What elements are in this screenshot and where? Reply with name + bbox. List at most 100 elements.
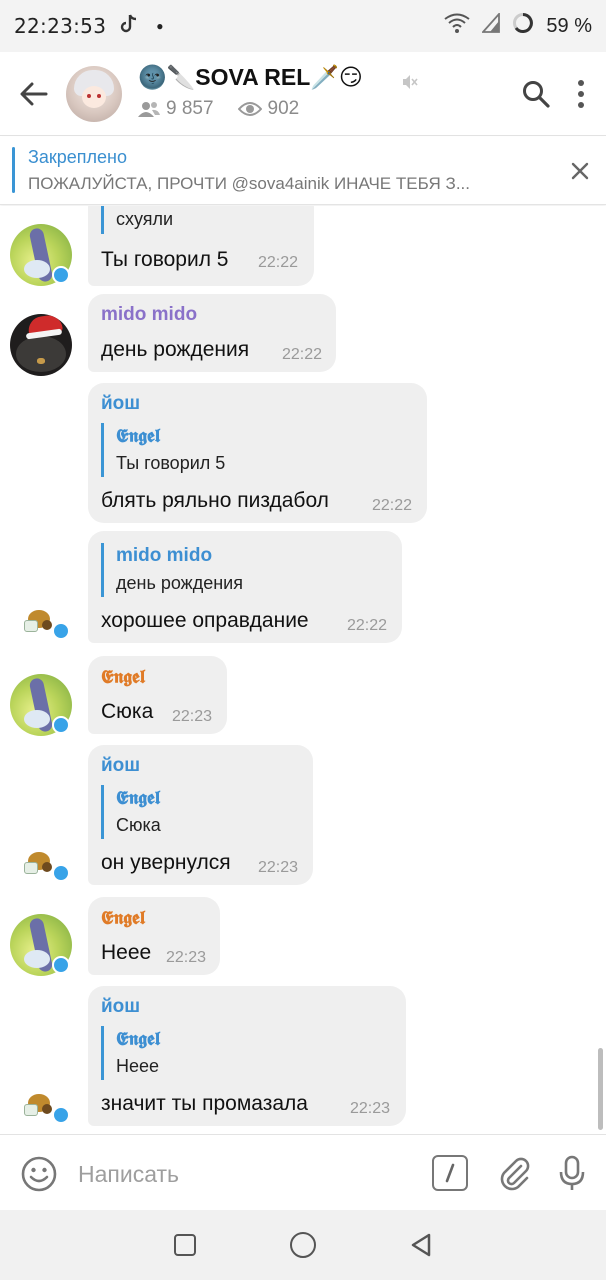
- sender-name[interactable]: йош: [101, 996, 140, 1018]
- online-badge: [52, 266, 70, 284]
- paperclip-icon: [500, 1157, 530, 1191]
- reply-text: схуяли: [116, 209, 174, 229]
- subscriber-count: 9 857: [166, 98, 214, 119]
- message-bubble[interactable]: mido mido день рождения 22:22: [88, 294, 336, 372]
- message-bubble[interactable]: йош 𝕰𝖓𝖌𝖊𝖑 Ты говорил 5 блять ряльно пизд…: [88, 383, 427, 523]
- message-text: день рождения: [101, 338, 250, 361]
- avatar[interactable]: [10, 914, 72, 976]
- system-back-button[interactable]: [408, 1232, 434, 1258]
- message-text: Ты говорил 5: [101, 248, 229, 271]
- reply-quote[interactable]: 𝕰𝖓𝖌𝖊𝖑 Ты говорил 5: [101, 423, 225, 477]
- reply-name: 𝕰𝖓𝖌𝖊𝖑: [116, 425, 161, 447]
- chat-header: 🌚🔪SOVA REL🗡️😏 9 857 902: [0, 52, 606, 136]
- pinned-label: Закреплено: [28, 147, 127, 167]
- message-time: 22:22: [282, 346, 323, 363]
- reply-quote[interactable]: 𝕰𝖓𝖌𝖊𝖑 Сюка: [101, 785, 161, 839]
- users-icon: [138, 102, 160, 117]
- sender-name[interactable]: 𝕰𝖓𝖌𝖊𝖑: [101, 666, 145, 688]
- reply-quote[interactable]: схуяли: [101, 206, 173, 234]
- bot-command-button[interactable]: [432, 1155, 468, 1191]
- message-time: 22:22: [372, 497, 413, 514]
- close-pinned-button[interactable]: [566, 157, 594, 185]
- title-text: SOVA REL: [195, 64, 311, 90]
- composer-bar: Написать: [0, 1134, 606, 1210]
- message-bubble[interactable]: йош 𝕰𝖓𝖌𝖊𝖑 Неее значит ты промазала 22:23: [88, 986, 406, 1126]
- sender-name[interactable]: йош: [101, 393, 140, 415]
- avatar[interactable]: [22, 602, 70, 642]
- sender-name[interactable]: mido mido: [101, 304, 197, 326]
- message-time: 22:22: [347, 617, 388, 634]
- arrow-left-icon: [20, 82, 48, 106]
- reply-name: mido mido: [116, 545, 213, 566]
- attach-button[interactable]: [494, 1153, 534, 1193]
- eye-icon: [237, 102, 262, 116]
- online-badge: [52, 716, 70, 734]
- message-input[interactable]: Написать: [78, 1161, 179, 1188]
- home-button[interactable]: [290, 1232, 316, 1258]
- message-time: 22:23: [172, 708, 213, 725]
- title-suffix-emoji: 🗡️😏: [310, 64, 363, 90]
- channel-avatar[interactable]: [66, 66, 122, 122]
- status-time: 22:23:53: [14, 14, 107, 38]
- online-badge: [52, 1106, 70, 1124]
- avatar[interactable]: [22, 844, 70, 884]
- microphone-icon: [559, 1155, 585, 1190]
- channel-stats: 9 857 902: [138, 98, 299, 120]
- sender-name[interactable]: йош: [101, 755, 140, 777]
- reply-text: Неее: [116, 1056, 160, 1076]
- message-time: 22:23: [166, 949, 207, 966]
- message-text: блять ряльно пиздабол: [101, 489, 329, 512]
- viewer-count: 902: [267, 98, 300, 119]
- reply-quote[interactable]: 𝕰𝖓𝖌𝖊𝖑 Неее: [101, 1026, 160, 1080]
- back-button[interactable]: [12, 72, 56, 116]
- muted-icon: [402, 74, 418, 95]
- message-time: 22:22: [258, 254, 299, 271]
- wifi-icon: [444, 13, 471, 39]
- title-prefix-emoji: 🌚🔪: [138, 64, 196, 90]
- more-menu-button[interactable]: [566, 74, 596, 114]
- online-badge: [52, 622, 70, 640]
- message-text: хорошее оправдание: [101, 609, 309, 632]
- battery-ring-icon: [512, 12, 534, 40]
- emoji-button[interactable]: [20, 1155, 58, 1193]
- recent-apps-button[interactable]: [174, 1234, 196, 1256]
- message-list[interactable]: схуяли Ты говорил 5 22:22 mido mido день…: [0, 206, 606, 1134]
- pinned-text: ПОЖАЛУЙСТА, ПРОЧТИ @sova4ainik ИНАЧЕ ТЕБ…: [28, 174, 470, 193]
- signal-icon: [481, 11, 501, 39]
- message-text: Неее: [101, 941, 152, 964]
- battery-percent: 59 %: [546, 14, 592, 37]
- sender-name[interactable]: 𝕰𝖓𝖌𝖊𝖑: [101, 907, 145, 929]
- message-bubble[interactable]: 𝕰𝖓𝖌𝖊𝖑 Сюка 22:23: [88, 656, 227, 734]
- message-text: Сюка: [101, 700, 154, 723]
- message-bubble[interactable]: 𝕰𝖓𝖌𝖊𝖑 Неее 22:23: [88, 897, 220, 975]
- message-time: 22:23: [350, 1100, 391, 1117]
- scrollbar[interactable]: [598, 1048, 603, 1130]
- message-bubble[interactable]: йош 𝕰𝖓𝖌𝖊𝖑 Сюка он увернулся 22:23: [88, 745, 313, 885]
- avatar[interactable]: [22, 1086, 70, 1126]
- channel-title[interactable]: 🌚🔪SOVA REL🗡️😏: [138, 64, 363, 91]
- smiley-icon: [21, 1156, 57, 1192]
- message-text: значит ты промазала: [101, 1092, 308, 1115]
- message-time: 22:23: [258, 859, 299, 876]
- message-bubble[interactable]: схуяли Ты говорил 5 22:22: [88, 206, 314, 286]
- avatar[interactable]: [10, 314, 72, 376]
- avatar[interactable]: [10, 224, 72, 286]
- reply-name: 𝕰𝖓𝖌𝖊𝖑: [116, 787, 161, 809]
- pinned-message[interactable]: Закреплено ПОЖАЛУЙСТА, ПРОЧТИ @sova4aini…: [0, 137, 606, 205]
- tiktok-icon: [120, 14, 138, 39]
- reply-text: день рождения: [116, 573, 243, 593]
- status-bar: 22:23:53 ● 59 %: [0, 0, 606, 52]
- reply-text: Ты говорил 5: [116, 453, 226, 473]
- search-button[interactable]: [516, 74, 556, 114]
- reply-name: 𝕰𝖓𝖌𝖊𝖑: [116, 1028, 161, 1050]
- slash-icon: [445, 1163, 455, 1183]
- reply-quote[interactable]: mido mido день рождения: [101, 543, 243, 597]
- message-text: он увернулся: [101, 851, 231, 874]
- search-icon: [523, 81, 550, 108]
- message-bubble[interactable]: mido mido день рождения хорошее оправдан…: [88, 531, 402, 643]
- online-badge: [52, 956, 70, 974]
- microphone-button[interactable]: [552, 1153, 592, 1193]
- triangle-back-icon: [411, 1233, 431, 1257]
- avatar[interactable]: [10, 674, 72, 736]
- close-icon: [571, 162, 589, 180]
